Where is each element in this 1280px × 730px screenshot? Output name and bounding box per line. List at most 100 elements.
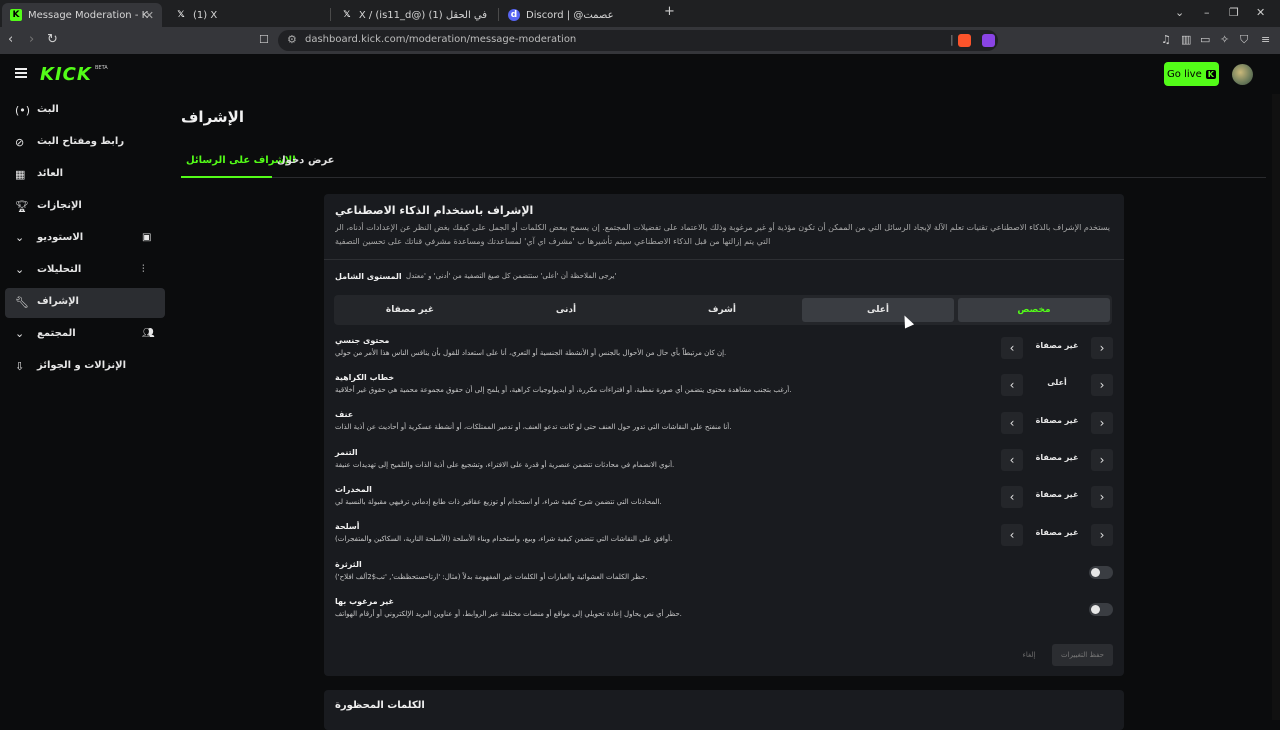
chevron-left-icon[interactable]: ‹ [1001,524,1023,546]
tab-view[interactable]: عرض [308,155,335,166]
x-icon: 𝕏 [343,10,351,20]
sidebar-item-drops[interactable]: ⇩ الإنزالات و الجوائز [5,352,165,382]
category-level-stepper: ‹ غير مصفاة › [1001,486,1113,508]
category-level-stepper: ‹ غير مصفاة › [1001,524,1113,546]
tab-title: (1) X [193,9,218,21]
chevron-down-icon: ⌄ [15,231,25,244]
reload-icon[interactable]: ↻ [47,32,58,47]
level-lowest-button[interactable]: أدنى [490,298,642,322]
browser-tab-discord[interactable]: d Discord | @عصمت [500,3,658,27]
bookmark-icon[interactable]: ☐ [259,33,269,46]
sidebar-item-label: الإنزالات و الجوائز [37,360,127,371]
discord-icon: d [508,9,520,21]
browser-tab-x[interactable]: 𝕏 (1) X [167,3,327,27]
page-scrollbar[interactable] [1272,94,1280,720]
chevron-right-icon[interactable]: › [1091,337,1113,359]
overall-level-label: المستوى الشامل [335,272,402,281]
gibberish-toggle[interactable] [1089,566,1113,579]
cancel-button[interactable]: إلغاء [1014,644,1044,666]
chevron-left-icon[interactable]: ‹ [1001,412,1023,434]
kick-k-icon: K [1205,69,1216,79]
sidebar-toggle-icon[interactable]: ▥ [1181,33,1191,46]
chevron-left-icon[interactable]: ‹ [1001,374,1023,396]
level-custom-button[interactable]: مخصص [958,298,1110,322]
new-tab-button[interactable]: + [664,4,675,19]
browser-tab-kick[interactable]: K Message Moderation - Kick Dash ✕ [2,3,162,27]
address-bar[interactable]: ⚙ dashboard.kick.com/moderation/message-… [278,30,998,51]
sidebar-item-moderation[interactable]: 🔧︎ الإشراف [5,288,165,318]
sidebar-item-stream-key[interactable]: ⊘ رابط ومفتاح البث [5,128,165,158]
brave-shield-icon[interactable] [958,34,971,47]
chevron-right-icon[interactable]: › [1091,374,1113,396]
analytics-icon: ⫶ [142,264,145,275]
chevron-left-icon[interactable]: ‹ [1001,486,1023,508]
spam-toggle[interactable] [1089,603,1113,616]
category-level-stepper: ‹ غير مصفاة › [1001,337,1113,359]
chevron-right-icon[interactable]: › [1091,524,1113,546]
sidebar-item-broadcast[interactable]: (•) البث [5,96,165,126]
browser-tab-x-2[interactable]: 𝕏 X / (is11_d@) سعد | في الحقل (1) [333,3,495,27]
category-hate-speech: خطاب الكراهية أرغب بتجنب مشاهدة محتوى يت… [335,373,935,398]
sidebar-item-studio[interactable]: ⌄ الاستوديو ▣ [5,224,165,254]
tab-search-icon[interactable]: ⌄ [1175,6,1184,19]
avatar[interactable] [1232,64,1253,85]
trophy-icon: 🏆︎ [15,200,29,213]
browser-toolbar: ‹ › ↻ ☐ ⚙ dashboard.kick.com/moderation/… [0,27,1280,54]
url-text: dashboard.kick.com/moderation/message-mo… [305,34,577,45]
sidebar-item-revenue[interactable]: ▦ العائد [5,160,165,190]
leo-ai-icon[interactable]: ✧ [1220,33,1229,46]
level-highest-button[interactable]: أعلى [802,298,954,322]
maximize-button[interactable]: ❐ [1229,6,1239,19]
category-level-stepper: ‹ أعلى › [1001,374,1113,396]
toggle-row-spam: غير مرغوب بها حظر أي نص يحاول إعادة تحوي… [335,597,935,622]
forward-icon[interactable]: › [29,32,34,47]
hamburger-menu-icon[interactable] [15,68,27,78]
close-tab-icon[interactable]: ✕ [145,9,154,22]
category-sexual: محتوى جنسي إن كان مرتبطاً بأي حال من الأ… [335,336,935,361]
chevron-left-icon[interactable]: ‹ [1001,449,1023,471]
kick-logo[interactable]: KICK [40,64,92,85]
media-icon[interactable]: ♫ [1161,33,1171,46]
chevron-left-icon[interactable]: ‹ [1001,337,1023,359]
category-name: التنمر [335,448,358,457]
wallet-icon[interactable]: ▭ [1200,33,1210,46]
chevron-right-icon[interactable]: › [1091,449,1113,471]
category-level-value: غير مصفاة [1035,416,1079,425]
chevron-right-icon[interactable]: › [1091,412,1113,434]
minimize-button[interactable]: – [1204,6,1210,19]
revenue-icon: ▦ [15,168,26,181]
sidebar: (•) البث ⊘ رابط ومفتاح البث ▦ العائد 🏆︎ … [0,94,170,720]
sidebar-item-label: البث [37,104,59,115]
category-bullying: التنمر أنوي الانضمام في محادثات تتضمن عن… [335,448,935,473]
category-level-value: غير مصفاة [1035,453,1079,462]
banned-words-title: الكلمات المحظورة [335,700,425,711]
toggle-description: حظر الكلمات العشوائية والعبارات أو الكلم… [335,573,648,581]
banned-words-card: الكلمات المحظورة [324,690,1124,730]
tab-separator [330,8,331,21]
category-level-value: غير مصفاة [1035,341,1079,350]
sidebar-item-analytics[interactable]: ⌄ التحليلات ⫶ [5,256,165,286]
level-moderate-button[interactable]: أشرف [646,298,798,322]
brave-rewards-icon[interactable] [982,34,995,47]
sidebar-item-community[interactable]: ⌄ المجتمع 👥︎ [5,320,165,350]
go-live-button[interactable]: Go live K [1164,62,1219,86]
level-unfiltered-button[interactable]: غير مصفاة [334,298,486,322]
close-window-button[interactable]: ✕ [1256,6,1265,19]
tab-entry[interactable]: دخول [277,155,304,166]
sidebar-item-label: الاستوديو [37,232,84,243]
category-level-value: غير مصفاة [1035,490,1079,499]
back-icon[interactable]: ‹ [8,32,13,47]
vpn-icon[interactable]: ⛉ [1240,33,1248,47]
category-level-stepper: ‹ غير مصفاة › [1001,449,1113,471]
sidebar-item-achievements[interactable]: 🏆︎ الإنجازات [5,192,165,222]
site-info-icon[interactable]: ⚙ [287,33,297,46]
drops-icon: ⇩ [15,360,25,373]
link-icon: ⊘ [15,136,25,149]
chevron-right-icon[interactable]: › [1091,486,1113,508]
description-line: التي يتم إزالتها من قبل الذكاء الاصطناعي… [335,237,771,246]
divider-icon: | [950,33,954,46]
menu-icon[interactable]: ≡ [1261,33,1270,46]
save-changes-button[interactable]: حفظ التغييرات [1052,644,1113,666]
category-violence: عنف أنا منفتح على النقاشات التي تدور حول… [335,410,935,435]
category-level-value: غير مصفاة [1035,528,1079,537]
